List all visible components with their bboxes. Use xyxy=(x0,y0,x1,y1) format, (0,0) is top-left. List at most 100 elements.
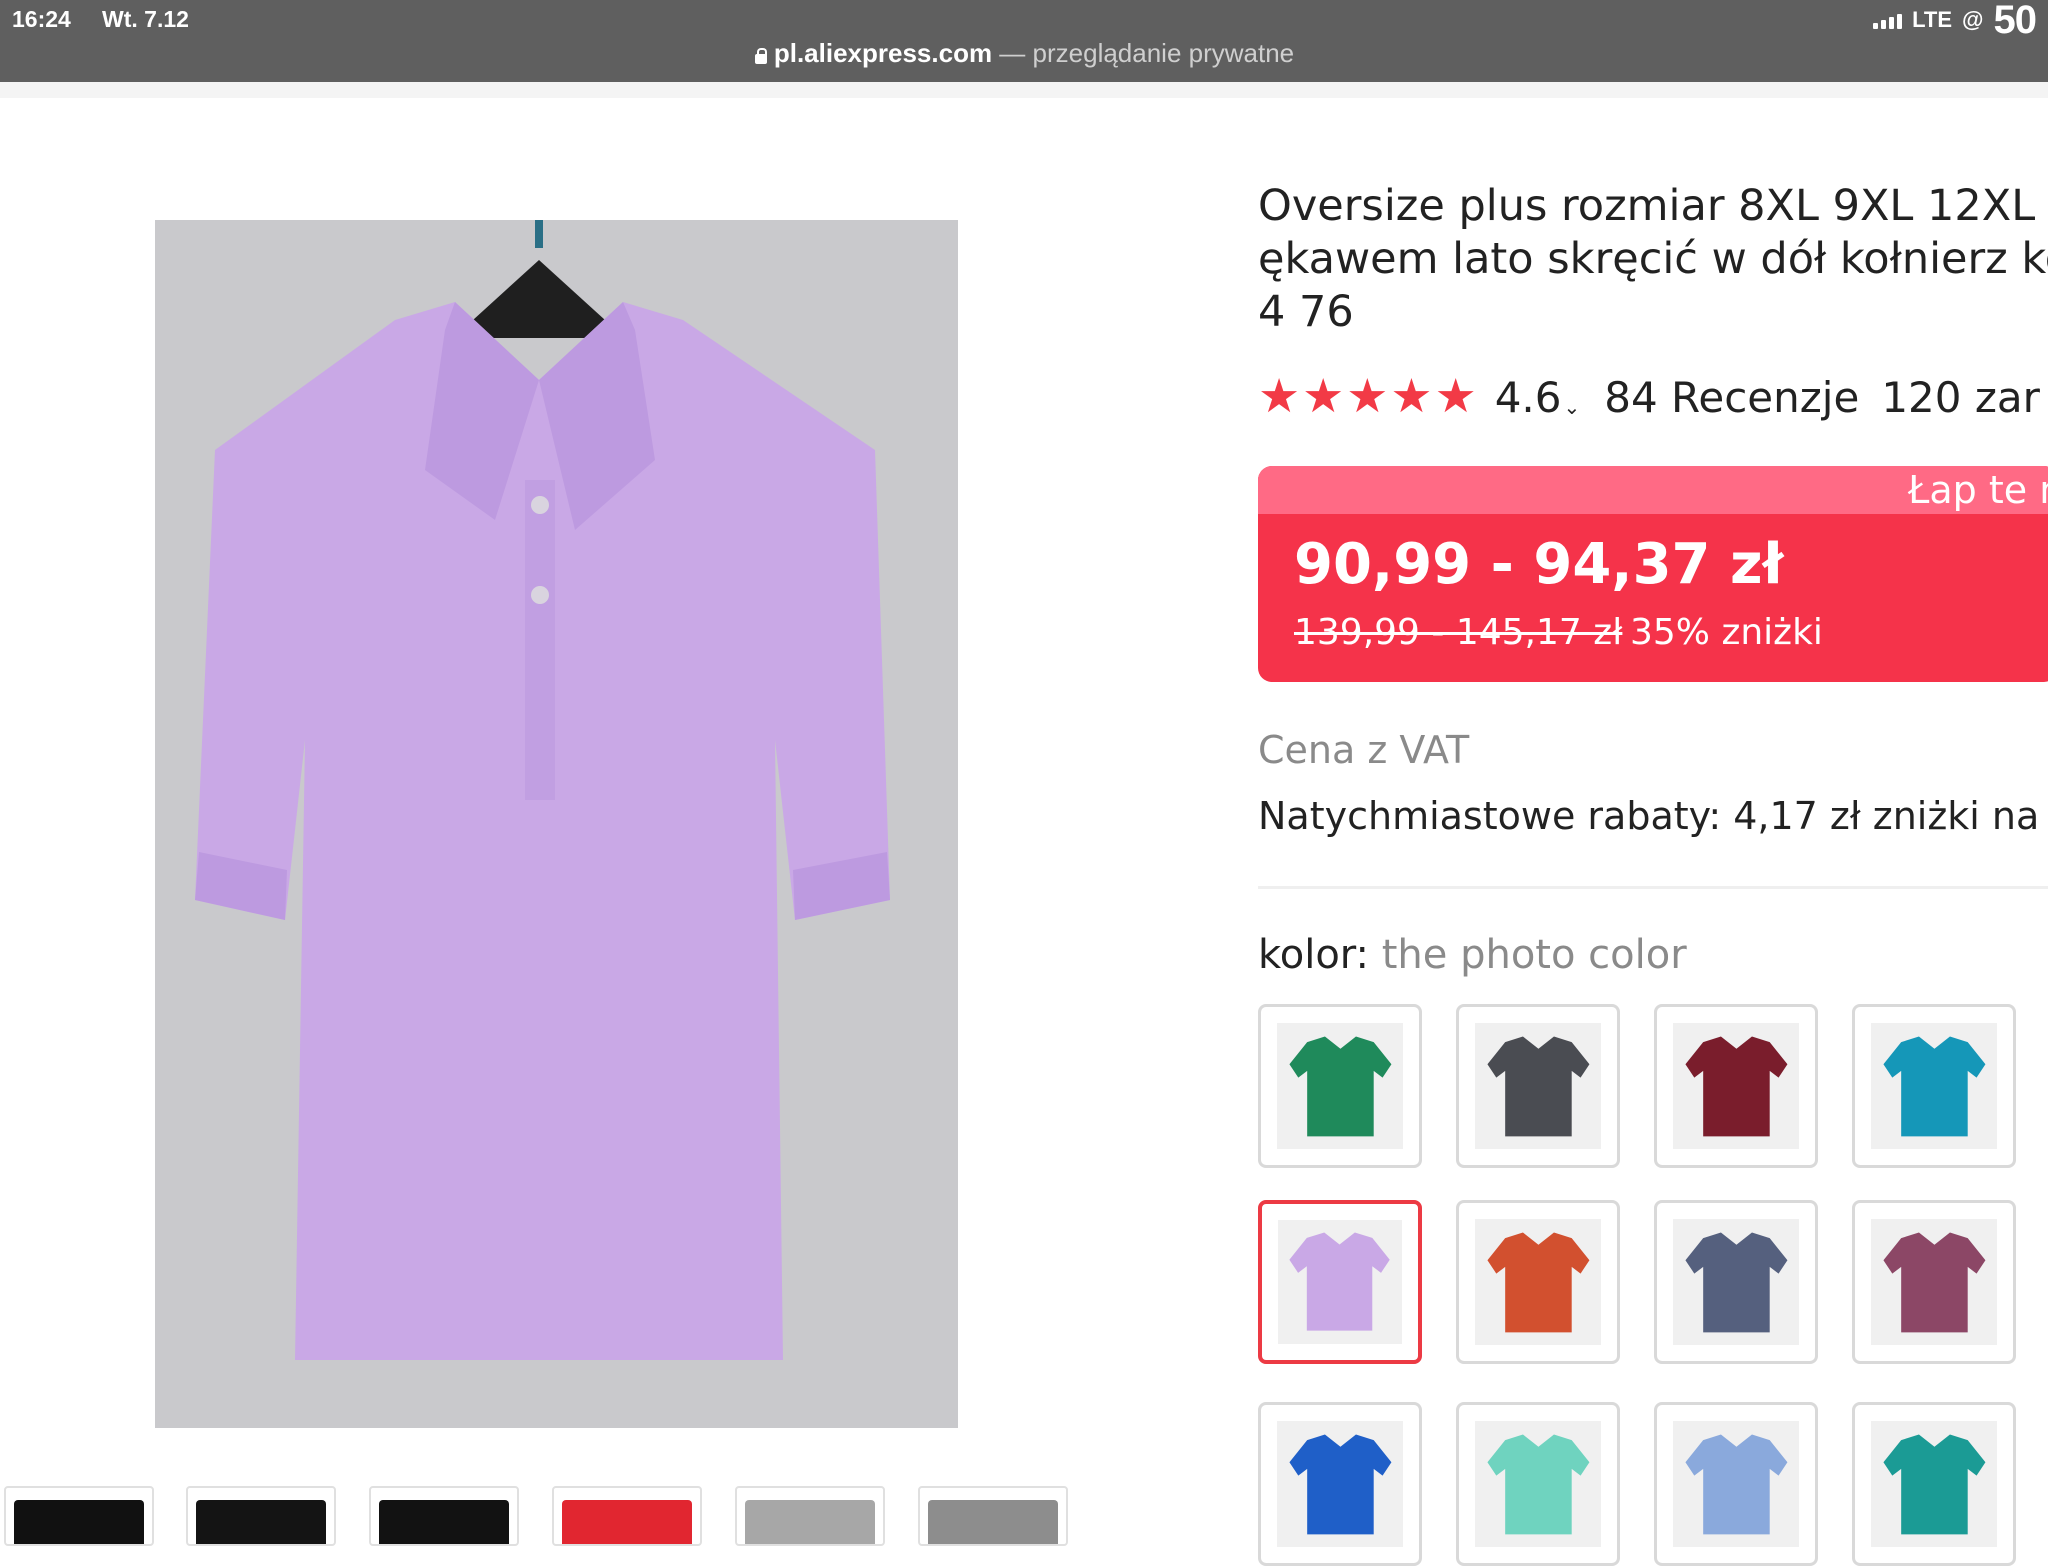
thumbnail-image xyxy=(928,1500,1058,1544)
shirt-thumbnail xyxy=(1684,1232,1788,1332)
star-icon: ★ xyxy=(1434,369,1477,424)
shirt-thumbnail xyxy=(1289,1232,1391,1332)
color-swatch[interactable] xyxy=(1456,1200,1620,1364)
cellular-signal-icon xyxy=(1873,11,1903,29)
shirt-thumbnail xyxy=(1684,1036,1788,1136)
instant-rebates[interactable]: Natychmiastowe rabaty: 4,17 zł zniżki na… xyxy=(1258,794,2048,838)
shirt-thumbnail xyxy=(1684,1434,1788,1534)
swatch-photo xyxy=(1475,1219,1601,1345)
thumbnail[interactable] xyxy=(735,1486,885,1546)
shirt-thumbnail xyxy=(1288,1434,1392,1534)
lock-icon xyxy=(754,48,768,64)
color-swatch[interactable] xyxy=(1852,1200,2016,1364)
shirt-thumbnail xyxy=(1486,1434,1590,1534)
shirt-silhouette xyxy=(1288,1434,1392,1534)
browser-status-bar: 16:24 Wt. 7.12 LTE @ 50 pl.aliexpress.co… xyxy=(0,0,2048,82)
swatch-photo xyxy=(1475,1023,1601,1149)
discount-percent: 35% zniżki xyxy=(1630,612,1823,653)
thumbnail-image xyxy=(745,1500,875,1544)
thumbnail[interactable] xyxy=(918,1486,1068,1546)
thumbnail[interactable] xyxy=(552,1486,702,1546)
image-thumbnails xyxy=(0,1486,1090,1546)
shirt-silhouette xyxy=(1684,1232,1788,1332)
shirt-thumbnail xyxy=(1882,1036,1986,1136)
shirt-thumbnail xyxy=(1486,1036,1590,1136)
shirt-silhouette xyxy=(1289,1232,1391,1332)
swatch-photo xyxy=(1277,1023,1403,1149)
main-product-image[interactable] xyxy=(155,220,958,1428)
swatch-photo xyxy=(1673,1023,1799,1149)
deal-banner: Łap te n xyxy=(1258,466,2048,514)
swatch-photo xyxy=(1277,1421,1403,1547)
swatch-photo xyxy=(1673,1421,1799,1547)
rating-row: ★ ★ ★ ★ ★ 4.6 ⌄ 84 Recenzje 120 zar xyxy=(1258,372,2040,422)
swatch-photo xyxy=(1871,1219,1997,1345)
chevron-down-icon[interactable]: ⌄ xyxy=(1564,395,1581,419)
color-swatch[interactable] xyxy=(1258,1004,1422,1168)
shirt-silhouette xyxy=(1684,1434,1788,1534)
status-time: 16:24 xyxy=(12,6,71,32)
private-browsing-label: — przeglądanie prywatne xyxy=(992,38,1295,68)
color-swatch[interactable] xyxy=(1258,1402,1422,1566)
swatch-photo xyxy=(1278,1220,1402,1344)
shirt-thumbnail xyxy=(1288,1036,1392,1136)
color-swatch[interactable] xyxy=(1654,1402,1818,1566)
swatch-photo xyxy=(1475,1421,1601,1547)
thumbnail-image xyxy=(14,1500,144,1544)
shirt-silhouette xyxy=(1486,1036,1590,1136)
shirt-silhouette xyxy=(1882,1036,1986,1136)
product-info-panel: Oversize plus rozmiar 8XL 9XL 12XL 14 ęk… xyxy=(1258,180,2048,1566)
url-bar[interactable]: pl.aliexpress.com — przeglądanie prywatn… xyxy=(0,38,2048,69)
shirt-silhouette xyxy=(1486,1232,1590,1332)
section-divider xyxy=(1258,886,2048,889)
polo-shirt-photo xyxy=(155,220,958,1428)
color-swatch[interactable] xyxy=(1654,1200,1818,1364)
status-date: Wt. 7.12 xyxy=(102,6,189,32)
battery-level: 50 xyxy=(1993,0,2037,42)
swatch-photo xyxy=(1871,1023,1997,1149)
color-swatch[interactable] xyxy=(1852,1402,2016,1566)
thumbnail[interactable] xyxy=(4,1486,154,1546)
color-swatch[interactable] xyxy=(1456,1402,1620,1566)
color-label-key: kolor: xyxy=(1258,932,1370,978)
shirt-silhouette xyxy=(1486,1434,1590,1534)
color-swatch[interactable] xyxy=(1258,1200,1422,1364)
url-host: pl.aliexpress.com xyxy=(773,38,993,68)
thumbnail-image xyxy=(562,1500,692,1544)
thumbnail[interactable] xyxy=(369,1486,519,1546)
star-icon: ★ xyxy=(1258,369,1301,424)
shirt-thumbnail xyxy=(1486,1232,1590,1332)
orders-count: 120 zar xyxy=(1881,372,2040,422)
current-price: 90,99 - 94,37 zł xyxy=(1294,532,1784,597)
original-price: 139,99 - 145,17 zł xyxy=(1294,612,1623,653)
price-box: Łap te n 90,99 - 94,37 zł 139,99 - 145,1… xyxy=(1258,466,2048,682)
shirt-thumbnail xyxy=(1882,1434,1986,1534)
reviews-link[interactable]: 84 Recenzje xyxy=(1604,373,1859,422)
shirt-silhouette xyxy=(1684,1036,1788,1136)
shirt-silhouette xyxy=(1882,1434,1986,1534)
shirt-thumbnail xyxy=(1882,1232,1986,1332)
color-swatch[interactable] xyxy=(1654,1004,1818,1168)
star-icon: ★ xyxy=(1346,369,1389,424)
product-title-line: ękawem lato skręcić w dół kołnierz ko xyxy=(1258,234,2048,284)
product-title-line: 4 76 xyxy=(1258,287,1354,337)
rating-stars: ★ ★ ★ ★ ★ xyxy=(1258,372,1477,422)
rating-value[interactable]: 4.6 xyxy=(1495,373,1562,422)
swatch-photo xyxy=(1871,1421,1997,1547)
shirt-silhouette xyxy=(1288,1036,1392,1136)
product-title: Oversize plus rozmiar 8XL 9XL 12XL 14 ęk… xyxy=(1258,180,2048,339)
color-swatch[interactable] xyxy=(1852,1004,2016,1168)
status-indicators: LTE @ 50 xyxy=(1873,0,2037,42)
color-label-value: the photo color xyxy=(1369,932,1687,978)
product-title-line: Oversize plus rozmiar 8XL 9XL 12XL 14 xyxy=(1258,181,2048,231)
shirt-silhouette xyxy=(1882,1232,1986,1332)
vat-note: Cena z VAT xyxy=(1258,728,1470,772)
star-icon: ★ xyxy=(1390,369,1433,424)
star-icon: ★ xyxy=(1302,369,1345,424)
color-swatch[interactable] xyxy=(1456,1004,1620,1168)
thumbnail[interactable] xyxy=(186,1486,336,1546)
thumbnail-image xyxy=(196,1500,326,1544)
header-divider xyxy=(0,82,2048,98)
deal-label: Łap te n xyxy=(1908,468,2048,512)
swatch-photo xyxy=(1673,1219,1799,1345)
